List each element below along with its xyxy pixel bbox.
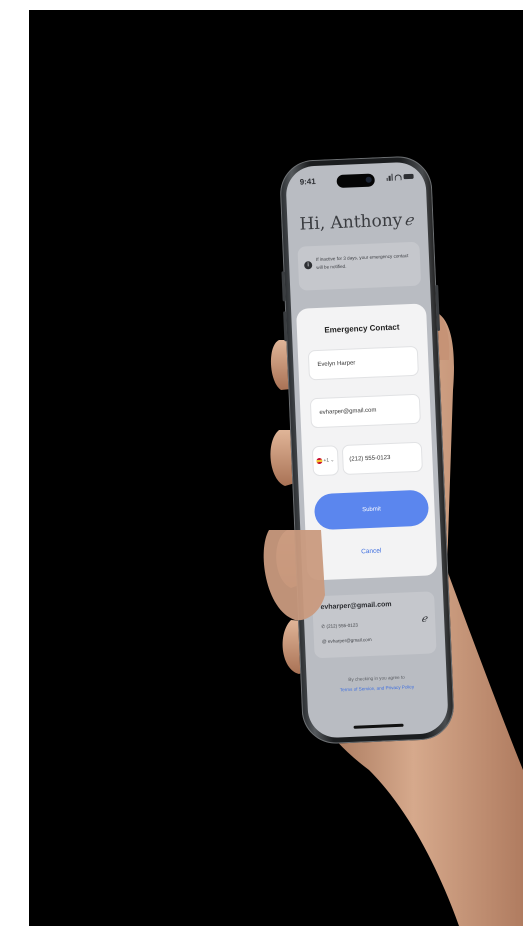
contact-card-email-text: evharper@gmail.com [327, 636, 372, 644]
wifi-icon [394, 173, 402, 181]
edit-name-icon[interactable]: ℯ [404, 211, 414, 229]
signal-icon [386, 173, 393, 181]
contact-card-email: @ evharper@gmail.com [322, 637, 372, 644]
country-code-select[interactable]: +1 ⌄ [311, 445, 340, 477]
hand-illustration [270, 309, 523, 926]
phone-screen: 9:41 Hi, Anthonyℯ i If inactive for 3 da… [285, 161, 449, 739]
name-field[interactable]: Evelyn Harper [307, 345, 419, 381]
terms-link[interactable]: Terms of Service, and Privacy Policy [340, 684, 414, 692]
terms-text: By checking in you agree to Terms of Ser… [320, 671, 433, 696]
home-indicator[interactable] [353, 723, 404, 729]
greeting-title: Hi, Anthonyℯ [299, 210, 414, 235]
notice-text: If inactive for 3 days, your emergency c… [315, 253, 409, 270]
info-icon: i [304, 261, 313, 270]
status-time: 9:41 [299, 176, 316, 187]
battery-icon [403, 173, 414, 180]
contact-card-phone: ✆ (212) 555-0123 [321, 623, 358, 631]
photo-stage: 9:41 Hi, Anthonyℯ i If inactive for 3 da… [29, 10, 523, 926]
email-field[interactable]: evharper@gmail.com [309, 393, 421, 429]
camera-icon [365, 176, 372, 183]
chevron-down-icon: ⌄ [330, 457, 335, 464]
cancel-button[interactable]: Cancel [306, 545, 436, 557]
submit-button[interactable]: Submit [313, 489, 430, 531]
contact-card: evharper@gmail.com ✆ (212) 555-0123 @ ev… [312, 591, 437, 659]
modal-title: Emergency Contact [324, 322, 400, 335]
country-code: +1 [323, 457, 330, 464]
contact-card-title: evharper@gmail.com [320, 601, 392, 612]
edit-contact-icon[interactable]: ℯ [421, 614, 427, 625]
phone-field-row: +1 ⌄ (212) 555-0123 [311, 441, 423, 477]
dynamic-island [336, 173, 375, 189]
contact-card-phone-text: (212) 555-0123 [326, 622, 358, 629]
emergency-contact-modal: Emergency Contact Evelyn Harper evharper… [296, 303, 438, 581]
phone-number-field[interactable]: (212) 555-0123 [341, 441, 423, 476]
inactivity-notice: i If inactive for 3 days, your emergency… [297, 241, 422, 291]
phone-device: 9:41 Hi, Anthonyℯ i If inactive for 3 da… [278, 155, 456, 745]
greeting-text: Hi, Anthony [299, 210, 403, 235]
flag-icon [316, 457, 323, 465]
terms-prefix: By checking in you agree to [348, 674, 405, 682]
status-icons [386, 173, 414, 181]
